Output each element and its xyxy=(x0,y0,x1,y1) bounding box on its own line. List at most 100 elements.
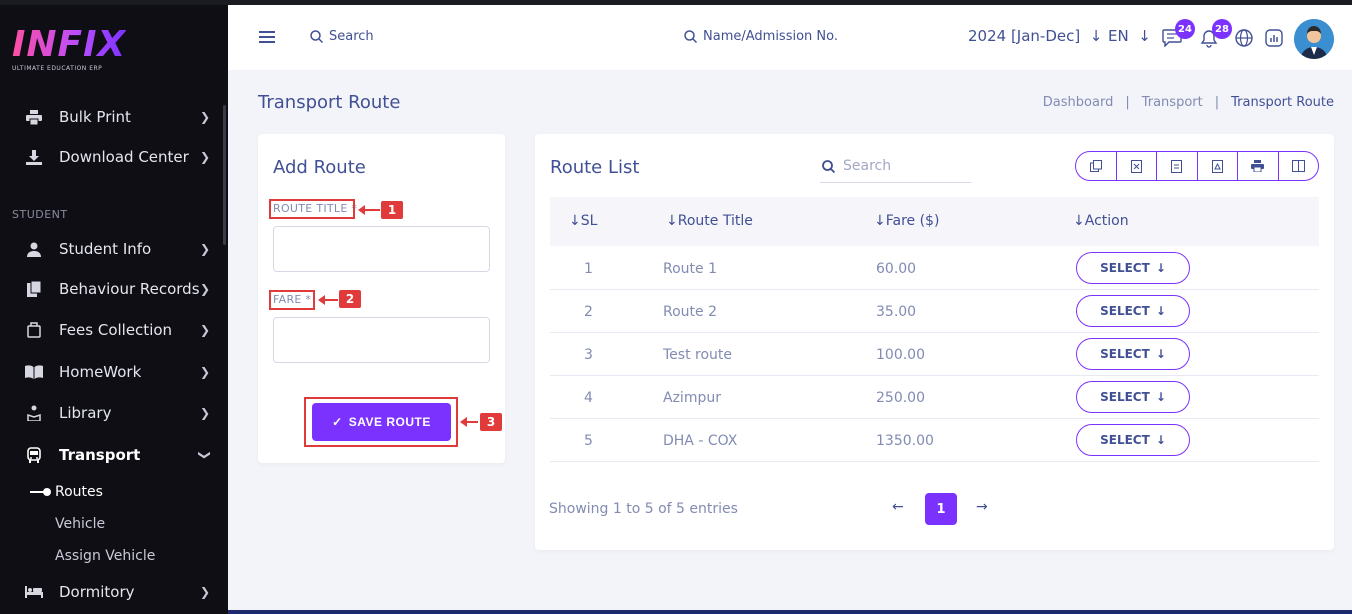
name-admission-search[interactable]: Name/Admission No. xyxy=(684,29,838,44)
excel-button[interactable] xyxy=(1117,152,1157,180)
breadcrumb-separator: | xyxy=(1125,95,1130,110)
cell-sl: 3 xyxy=(584,347,593,363)
dashboard-stats-button[interactable] xyxy=(1263,27,1285,49)
chevron-down-icon: ❯ xyxy=(197,449,212,461)
route-title-input[interactable] xyxy=(273,226,490,272)
section-label-student: STUDENT xyxy=(12,208,68,221)
export-button-group xyxy=(1075,151,1319,181)
sidebar-item-label: HomeWork xyxy=(59,363,142,381)
breadcrumb-current: Transport Route xyxy=(1231,95,1334,110)
route-list-search[interactable]: Search xyxy=(820,150,971,183)
column-visibility-button[interactable] xyxy=(1279,152,1319,180)
cell-fare: 60.00 xyxy=(876,261,917,277)
sidebar-item-homework[interactable]: HomeWork ❯ xyxy=(0,357,228,387)
avatar[interactable] xyxy=(1294,19,1334,59)
annotation-number-1: 1 xyxy=(381,201,403,219)
sort-route-title[interactable]: ↓Route Title xyxy=(666,213,753,229)
column-header-fare: Fare ($) xyxy=(885,213,940,229)
sidebar-item-dormitory[interactable]: Dormitory ❯ xyxy=(0,577,228,607)
sidebar-item-download-center[interactable]: Download Center ❯ xyxy=(0,142,228,172)
cell-fare: 1350.00 xyxy=(876,433,934,449)
breadcrumb-separator: | xyxy=(1214,95,1220,110)
chevron-right-icon: ❯ xyxy=(199,110,210,124)
save-route-button[interactable]: ✓ SAVE ROUTE xyxy=(312,403,451,441)
download-icon xyxy=(24,149,44,165)
cell-fare: 100.00 xyxy=(876,347,925,363)
logo[interactable]: INFIX ULTIMATE EDUCATION ERP xyxy=(12,27,126,73)
sort-fare[interactable]: ↓Fare ($) xyxy=(874,213,939,229)
sidebar-item-behaviour-records[interactable]: Behaviour Records ❯ xyxy=(0,274,228,304)
table-row: 5 DHA - COX 1350.00 SELECT ↓ xyxy=(550,419,1319,462)
select-action-button[interactable]: SELECT ↓ xyxy=(1076,295,1190,327)
select-label: SELECT xyxy=(1100,261,1150,275)
breadcrumb-transport[interactable]: Transport xyxy=(1142,95,1203,110)
sidebar-item-fees-collection[interactable]: Fees Collection ❯ xyxy=(0,315,228,345)
annotation-arrow-1 xyxy=(358,205,380,215)
notifications-badge: 28 xyxy=(1212,19,1232,39)
arrow-down-icon: ↓ xyxy=(1155,347,1166,361)
sidebar-item-label: Bulk Print xyxy=(59,108,131,126)
messages-button[interactable]: 24 xyxy=(1161,19,1195,49)
breadcrumb-dashboard[interactable]: Dashboard xyxy=(1043,95,1114,110)
sort-sl[interactable]: ↓SL xyxy=(569,213,597,229)
sidebar-item-label: Behaviour Records xyxy=(59,280,200,298)
excel-icon xyxy=(1130,159,1142,173)
pdf-button[interactable] xyxy=(1198,152,1238,180)
header: Search Name/Admission No. 2024 [Jan-Dec]… xyxy=(228,5,1352,70)
header-search[interactable]: Search xyxy=(310,29,374,44)
search-icon xyxy=(310,30,323,43)
bed-icon xyxy=(24,584,44,600)
notifications-button[interactable]: 28 xyxy=(1198,19,1232,49)
columns-icon xyxy=(1291,160,1305,172)
sort-action[interactable]: ↓Action xyxy=(1073,213,1129,229)
pagination-next-icon[interactable]: → xyxy=(976,499,988,515)
website-button[interactable] xyxy=(1233,27,1255,49)
table-header: ↓SL ↓Route Title ↓Fare ($) ↓Action xyxy=(550,197,1319,246)
fare-input[interactable] xyxy=(273,317,490,363)
select-action-button[interactable]: SELECT ↓ xyxy=(1076,338,1190,370)
sidebar-item-label: Dormitory xyxy=(59,583,135,601)
arrow-down-icon: ↓ xyxy=(1155,304,1166,318)
session-selector[interactable]: 2024 [Jan-Dec] ↓ xyxy=(968,27,1102,45)
annotation-number-2: 2 xyxy=(339,290,361,308)
copy-button[interactable] xyxy=(1076,152,1117,180)
annotation-arrow-2 xyxy=(318,295,338,305)
print-icon xyxy=(1251,160,1265,172)
search-icon xyxy=(822,159,835,173)
pdf-icon xyxy=(1211,159,1223,173)
select-label: SELECT xyxy=(1100,347,1150,361)
sidebar-item-label: Library xyxy=(59,404,112,422)
name-search-label: Name/Admission No. xyxy=(703,29,838,44)
sidebar-item-label: Fees Collection xyxy=(59,321,173,339)
select-action-button[interactable]: SELECT ↓ xyxy=(1076,381,1190,413)
pagination-page[interactable]: 1 xyxy=(925,493,957,525)
globe-icon xyxy=(1235,29,1253,47)
chevron-right-icon: ❯ xyxy=(199,242,210,256)
language-selector[interactable]: EN ↓ xyxy=(1108,27,1151,45)
annotation-box-2 xyxy=(269,290,315,310)
sidebar-item-bulk-print[interactable]: Bulk Print ❯ xyxy=(0,102,228,132)
sidebar-subitem-vehicle[interactable]: Vehicle xyxy=(55,516,105,532)
pagination-prev-icon[interactable]: ← xyxy=(892,499,904,515)
select-label: SELECT xyxy=(1100,304,1150,318)
print-button[interactable] xyxy=(1238,152,1279,180)
annotation-number-3: 3 xyxy=(480,413,502,431)
sidebar-subitem-assign-vehicle[interactable]: Assign Vehicle xyxy=(55,548,155,564)
select-action-button[interactable]: SELECT ↓ xyxy=(1076,252,1190,284)
cell-route-title: Route 1 xyxy=(663,261,717,277)
chevron-right-icon: ❯ xyxy=(199,323,210,337)
sidebar-item-student-info[interactable]: Student Info ❯ xyxy=(0,234,228,264)
copy-icon xyxy=(1089,160,1102,172)
sidebar-item-transport[interactable]: Transport ❯ xyxy=(0,440,228,470)
sidebar-subitem-routes[interactable]: Routes xyxy=(55,484,103,500)
logo-subtitle: ULTIMATE EDUCATION ERP xyxy=(12,65,103,72)
table-row: 2 Route 2 35.00 SELECT ↓ xyxy=(550,290,1319,333)
sidebar-item-library[interactable]: Library ❯ xyxy=(0,398,228,428)
menu-toggle-icon[interactable] xyxy=(259,31,275,43)
student-icon xyxy=(24,241,44,257)
table-row: 3 Test route 100.00 SELECT ↓ xyxy=(550,333,1319,376)
select-action-button[interactable]: SELECT ↓ xyxy=(1076,424,1190,456)
table-row: 1 Route 1 60.00 SELECT ↓ xyxy=(550,247,1319,290)
csv-button[interactable] xyxy=(1157,152,1198,180)
header-search-label: Search xyxy=(329,29,374,44)
